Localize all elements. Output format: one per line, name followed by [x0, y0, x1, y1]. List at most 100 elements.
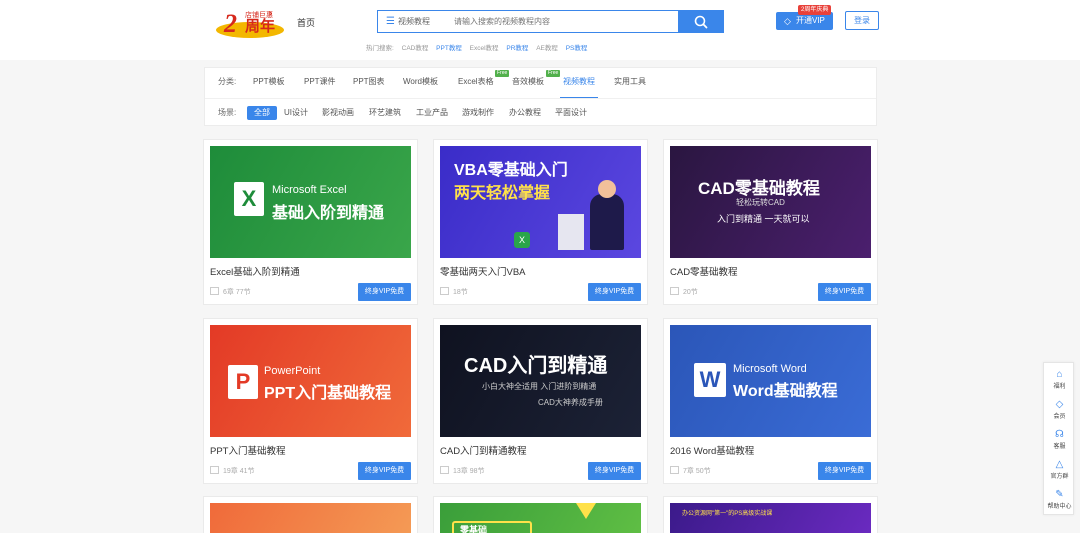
sidebar-item-help[interactable]: ✎ 帮助中心	[1044, 489, 1075, 510]
search-button[interactable]	[678, 10, 724, 33]
word-logo-icon: W	[694, 363, 726, 397]
course-meta-text: 7章 50节	[683, 468, 711, 475]
search-input[interactable]	[454, 14, 674, 29]
thumb-line1: CAD零基础教程	[698, 179, 820, 198]
excel-small-icon: X	[514, 232, 530, 248]
scene-architecture[interactable]: 环艺建筑	[366, 106, 404, 120]
category-excel-sheet[interactable]: Excel表格	[458, 76, 494, 88]
sidebar-item-label: 官方群	[1050, 474, 1069, 480]
search-bar: ☰ 视频教程	[377, 10, 724, 33]
thumb-line2: 轻松玩转CAD	[736, 198, 785, 207]
hot-item[interactable]: Excel教程	[470, 45, 499, 52]
course-thumbnail[interactable]: CAD零基础教程 轻松玩转CAD 入门到精通 一天就可以	[670, 146, 871, 258]
course-meta: 6章 77节	[210, 287, 251, 297]
course-title[interactable]: 零基础两天入门VBA	[440, 264, 526, 278]
list-icon	[670, 287, 679, 296]
menu-icon: ☰	[386, 16, 395, 27]
gift-icon: ⌂	[1056, 369, 1063, 380]
scene-game[interactable]: 游戏制作	[459, 106, 497, 120]
free-badge: Free	[546, 70, 561, 77]
course-card[interactable]: X Microsoft Excel 基础入阶到精通 Excel基础入阶到精通 6…	[203, 139, 418, 305]
diamond-icon: ◇	[1055, 399, 1064, 410]
sidebar-item-label: 会员	[1053, 414, 1066, 420]
search-type-select[interactable]: ☰ 视频教程	[386, 11, 430, 32]
person-illustration	[590, 194, 624, 250]
site-logo[interactable]: 2 店铺巨惠 周年 ›	[216, 8, 286, 41]
search-icon	[694, 15, 708, 28]
sidebar-item-group[interactable]: △ 官方群	[1044, 459, 1075, 480]
filter-panel: 分类: PPT模板 PPT课件 PPT图表 Word模板 Excel表格 Fre…	[204, 67, 877, 126]
thumb-line1: VBA零基础入门	[454, 162, 568, 179]
vip-free-button[interactable]: 终身VIP免费	[818, 283, 871, 301]
course-meta: 19章 41节	[210, 466, 255, 476]
scene-ui-design[interactable]: UI设计	[281, 106, 311, 120]
vip-free-button[interactable]: 终身VIP免费	[588, 283, 641, 301]
course-thumbnail[interactable]: CAD入门到精通 小白大神全适用 入门进阶到精通 CAD大神养成手册	[440, 325, 641, 437]
person-head	[598, 180, 616, 198]
login-button[interactable]: 登录	[845, 11, 879, 30]
course-title[interactable]: CAD入门到精通教程	[440, 443, 527, 457]
course-title[interactable]: Excel基础入阶到精通	[210, 264, 300, 278]
course-thumbnail[interactable]: W Microsoft Word Word基础教程	[670, 325, 871, 437]
list-icon	[440, 287, 449, 296]
category-word-template[interactable]: Word模板	[403, 76, 438, 88]
vip-free-button[interactable]: 终身VIP免费	[358, 283, 411, 301]
category-sound-template[interactable]: 音效模板	[512, 76, 544, 88]
sidebar-item-label: 客服	[1053, 444, 1066, 450]
course-card[interactable]	[203, 496, 418, 533]
sidebar-item-welfare[interactable]: ⌂ 福利	[1044, 369, 1075, 390]
scene-all[interactable]: 全部	[247, 106, 277, 120]
scene-industrial[interactable]: 工业产品	[413, 106, 451, 120]
sidebar-item-member[interactable]: ◇ 会员	[1044, 399, 1075, 420]
vip-free-button[interactable]: 终身VIP免费	[358, 462, 411, 480]
logo-number: 2	[224, 9, 237, 38]
course-thumbnail[interactable]: 零基础	[440, 503, 641, 533]
hot-item[interactable]: PPT教程	[436, 45, 462, 52]
filter-divider	[205, 98, 876, 99]
nav-home-link[interactable]: 首页	[297, 16, 315, 29]
category-video-tutorial[interactable]: 视频教程	[560, 76, 598, 99]
course-title[interactable]: 2016 Word基础教程	[670, 443, 754, 457]
thumb-line2: 小白大神全适用 入门进阶到精通	[482, 382, 597, 391]
thumb-line2: Word基础教程	[733, 383, 838, 400]
category-tools[interactable]: 实用工具	[614, 76, 646, 88]
thumb-line1: 零基础	[460, 525, 488, 533]
course-card[interactable]: 办公资源网"第一"的PS高级实战课	[663, 496, 878, 533]
course-thumbnail[interactable]: P PowerPoint PPT入门基础教程	[210, 325, 411, 437]
course-meta-text: 20节	[683, 289, 698, 296]
category-ppt-chart[interactable]: PPT图表	[353, 76, 385, 88]
scene-label: 场景:	[218, 108, 237, 117]
thumb-line3: 入门到精通 一天就可以	[717, 214, 810, 224]
course-meta: 20节	[670, 287, 698, 297]
vip-free-button[interactable]: 终身VIP免费	[818, 462, 871, 480]
course-thumbnail[interactable]: X Microsoft Excel 基础入阶到精通	[210, 146, 411, 258]
thumb-line1: 办公资源网"第一"的PS高级实战课	[682, 511, 773, 517]
category-ppt-courseware[interactable]: PPT课件	[304, 76, 336, 88]
scene-graphic-design[interactable]: 平面设计	[552, 106, 590, 120]
course-meta-text: 13章 98节	[453, 468, 485, 475]
vip-free-button[interactable]: 终身VIP免费	[588, 462, 641, 480]
category-ppt-template[interactable]: PPT模板	[253, 76, 285, 88]
arrow-down-icon	[576, 503, 596, 519]
hot-item[interactable]: AE教程	[536, 45, 558, 52]
hot-item[interactable]: CAD教程	[402, 45, 429, 52]
hot-item[interactable]: PR教程	[506, 45, 528, 52]
course-card[interactable]: 零基础	[433, 496, 648, 533]
course-card[interactable]: P PowerPoint PPT入门基础教程 PPT入门基础教程 19章 41节…	[203, 318, 418, 484]
course-title[interactable]: CAD零基础教程	[670, 264, 738, 278]
diamond-icon: ◇	[784, 16, 791, 26]
sidebar-item-service[interactable]: ☊ 客服	[1044, 429, 1075, 450]
search-type-label: 视频教程	[397, 17, 430, 26]
hot-item[interactable]: PS教程	[566, 45, 588, 52]
scene-animation[interactable]: 影视动画	[319, 106, 357, 120]
course-card[interactable]: CAD入门到精通 小白大神全适用 入门进阶到精通 CAD大神养成手册 CAD入门…	[433, 318, 648, 484]
course-card[interactable]: W Microsoft Word Word基础教程 2016 Word基础教程 …	[663, 318, 878, 484]
course-card[interactable]: CAD零基础教程 轻松玩转CAD 入门到精通 一天就可以 CAD零基础教程 20…	[663, 139, 878, 305]
scene-office[interactable]: 办公教程	[506, 106, 544, 120]
course-thumbnail[interactable]: VBA零基础入门 两天轻松掌握 X	[440, 146, 641, 258]
course-title[interactable]: PPT入门基础教程	[210, 443, 285, 457]
course-card[interactable]: VBA零基础入门 两天轻松掌握 X 零基础两天入门VBA 18节 终身VIP免费	[433, 139, 648, 305]
course-thumbnail[interactable]	[210, 503, 411, 533]
course-thumbnail[interactable]: 办公资源网"第一"的PS高级实战课	[670, 503, 871, 533]
thumb-line2: 两天轻松掌握	[454, 185, 551, 202]
